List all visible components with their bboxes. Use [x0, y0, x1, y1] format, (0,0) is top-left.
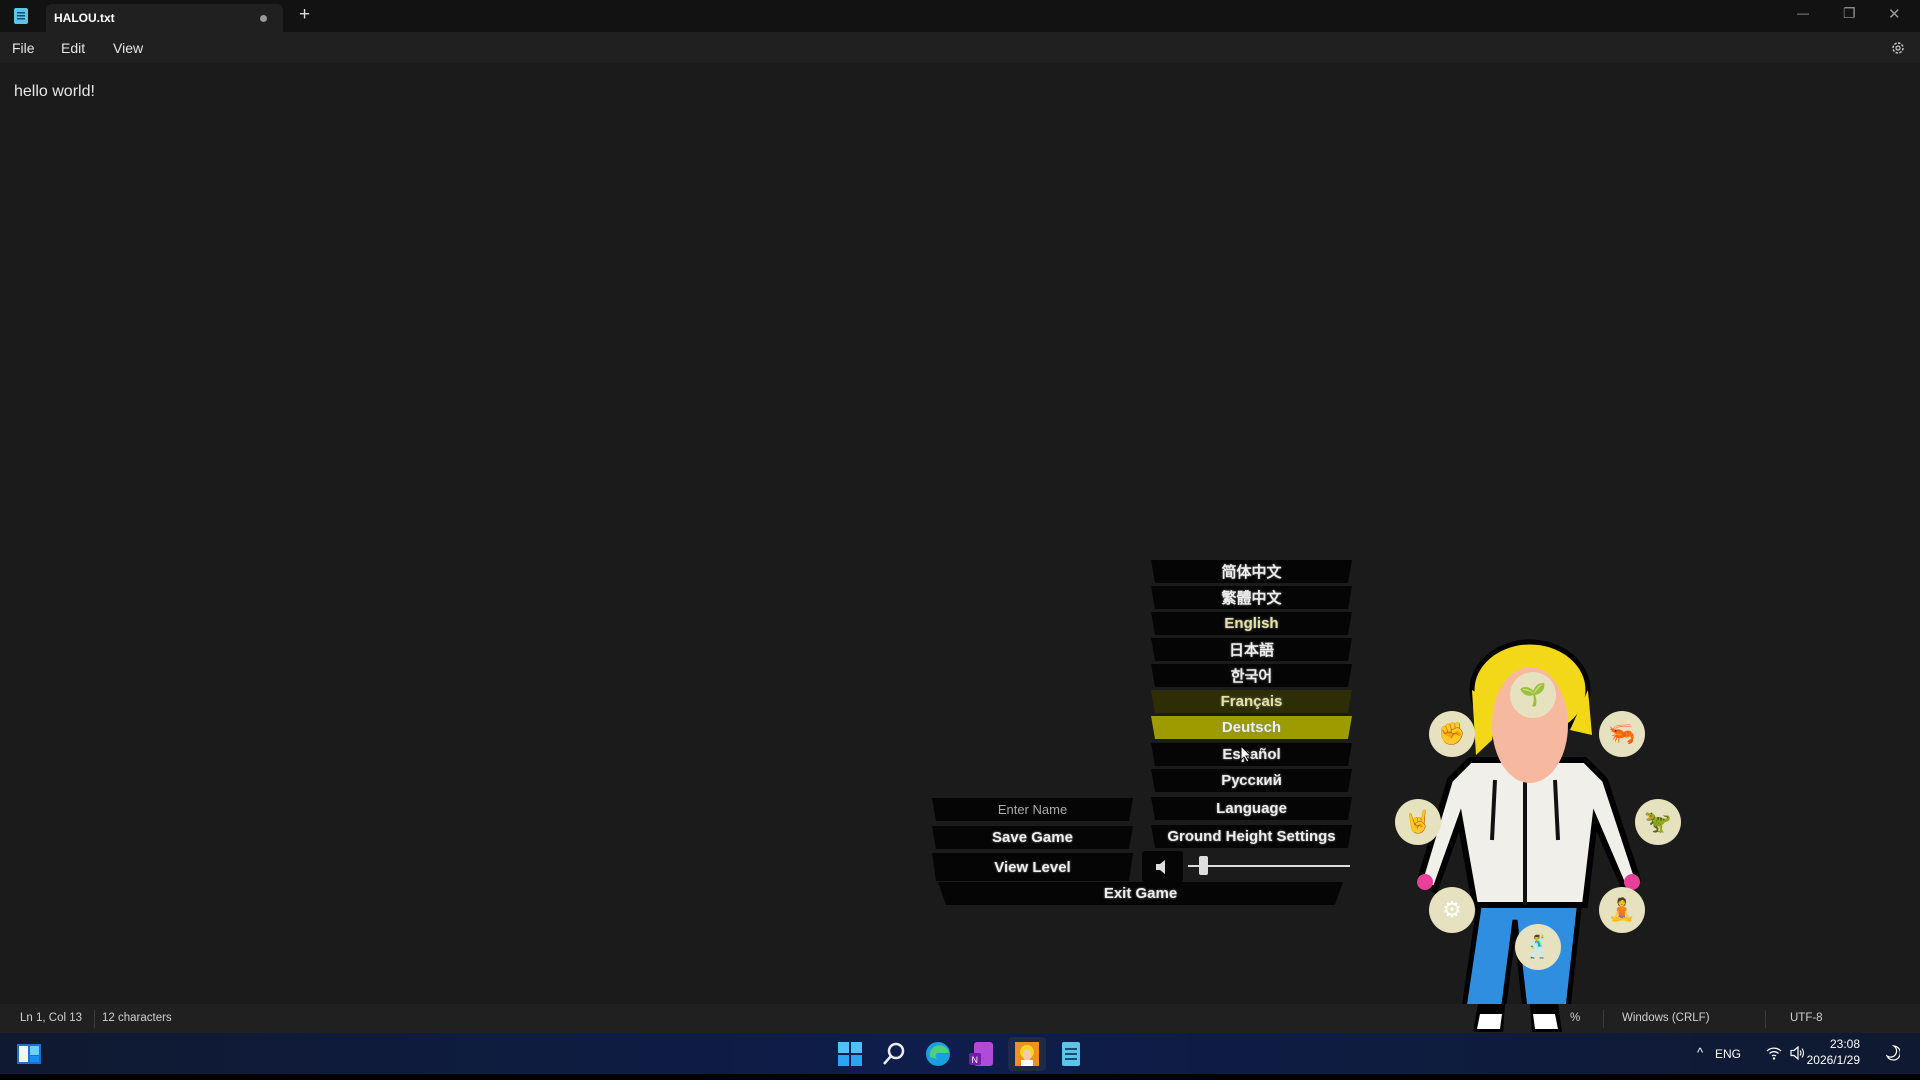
language-option-ru[interactable]: Русский: [1151, 769, 1352, 792]
settings-gear-icon[interactable]: ⚙: [1429, 887, 1475, 933]
clock-time[interactable]: 23:08: [1818, 1037, 1860, 1051]
onenote-icon[interactable]: N: [968, 1041, 994, 1067]
search-icon[interactable]: [881, 1041, 907, 1067]
encoding[interactable]: UTF-8: [1790, 1012, 1823, 1024]
input-language[interactable]: ENG: [1715, 1047, 1741, 1061]
enter-name-input[interactable]: Enter Name: [932, 798, 1133, 821]
start-icon[interactable]: [837, 1041, 863, 1067]
desktop-pet-app-icon[interactable]: [1014, 1041, 1040, 1067]
widgets-icon[interactable]: [16, 1041, 42, 1067]
status-bar: Ln 1, Col 13 12 characters % Windows (CR…: [0, 1004, 1920, 1033]
save-game-button[interactable]: Save Game: [932, 826, 1133, 849]
screen-bottom-edge: [0, 1074, 1920, 1080]
clock-date[interactable]: 2026/1/29: [1800, 1053, 1860, 1067]
restore-button[interactable]: ❐: [1843, 5, 1856, 22]
tab-title: HALOU.txt: [54, 11, 115, 25]
taskbar: N ^ ENG 23:08 2026/1/29: [0, 1033, 1920, 1074]
fist-icon[interactable]: ✊: [1429, 711, 1475, 757]
dancing-boy-icon[interactable]: 🕺: [1515, 924, 1561, 970]
ground-height-settings-button[interactable]: Ground Height Settings: [1151, 825, 1352, 848]
language-option-de[interactable]: Deutsch: [1151, 716, 1352, 739]
plant-shooter-icon[interactable]: 🌱: [1510, 672, 1556, 718]
cursor-position: Ln 1, Col 13: [20, 1012, 82, 1024]
show-hidden-icons-button[interactable]: ^: [1697, 1045, 1703, 1060]
character-feet: [1470, 1004, 1580, 1036]
menu-file[interactable]: File: [12, 40, 35, 56]
minimize-button[interactable]: —: [1797, 6, 1809, 20]
line-ending[interactable]: Windows (CRLF): [1622, 1012, 1710, 1024]
volume-slider[interactable]: [1188, 865, 1350, 867]
view-level-button[interactable]: View Level: [932, 853, 1133, 881]
editor-content[interactable]: hello world!: [14, 83, 95, 101]
focus-moon-icon[interactable]: [1886, 1045, 1900, 1061]
notepad-icon: [14, 7, 28, 24]
wifi-icon[interactable]: [1766, 1046, 1782, 1060]
close-button[interactable]: ✕: [1888, 5, 1901, 23]
volume-slider-thumb[interactable]: [1199, 856, 1208, 875]
monk-icon[interactable]: 🧘: [1599, 887, 1645, 933]
settings-gear-icon[interactable]: [1890, 40, 1906, 56]
title-bar: HALOU.txt + — ❐ ✕: [0, 0, 1920, 32]
speaker-icon: [1155, 860, 1171, 874]
monster-icon[interactable]: 🦖: [1635, 799, 1681, 845]
new-tab-button[interactable]: +: [299, 4, 310, 26]
menu-edit[interactable]: Edit: [61, 40, 85, 56]
language-option-zh-hans[interactable]: 简体中文: [1151, 560, 1352, 583]
menu-bar: File Edit View: [0, 32, 1920, 63]
character-count: 12 characters: [102, 1012, 172, 1024]
language-option-en[interactable]: English: [1151, 612, 1352, 635]
rock-hand-icon[interactable]: 🤘: [1395, 799, 1441, 845]
svg-text:N: N: [972, 1055, 979, 1065]
notepad-taskbar-icon[interactable]: [1058, 1041, 1084, 1067]
shrimp-icon[interactable]: 🦐: [1599, 711, 1645, 757]
tab-halou[interactable]: HALOU.txt: [46, 4, 283, 32]
unsaved-dot-icon[interactable]: [260, 15, 267, 22]
language-option-ko[interactable]: 한국어: [1151, 664, 1352, 687]
mute-button[interactable]: [1142, 851, 1183, 882]
menu-view[interactable]: View: [113, 40, 143, 56]
exit-game-button[interactable]: Exit Game: [938, 882, 1343, 905]
language-option-zh-hant[interactable]: 繁體中文: [1151, 586, 1352, 609]
mouse-cursor-icon: [1240, 745, 1252, 763]
language-option-fr[interactable]: Français: [1151, 690, 1352, 713]
language-option-ja[interactable]: 日本語: [1151, 638, 1352, 661]
language-button[interactable]: Language: [1151, 797, 1352, 820]
edge-icon[interactable]: [925, 1041, 951, 1067]
